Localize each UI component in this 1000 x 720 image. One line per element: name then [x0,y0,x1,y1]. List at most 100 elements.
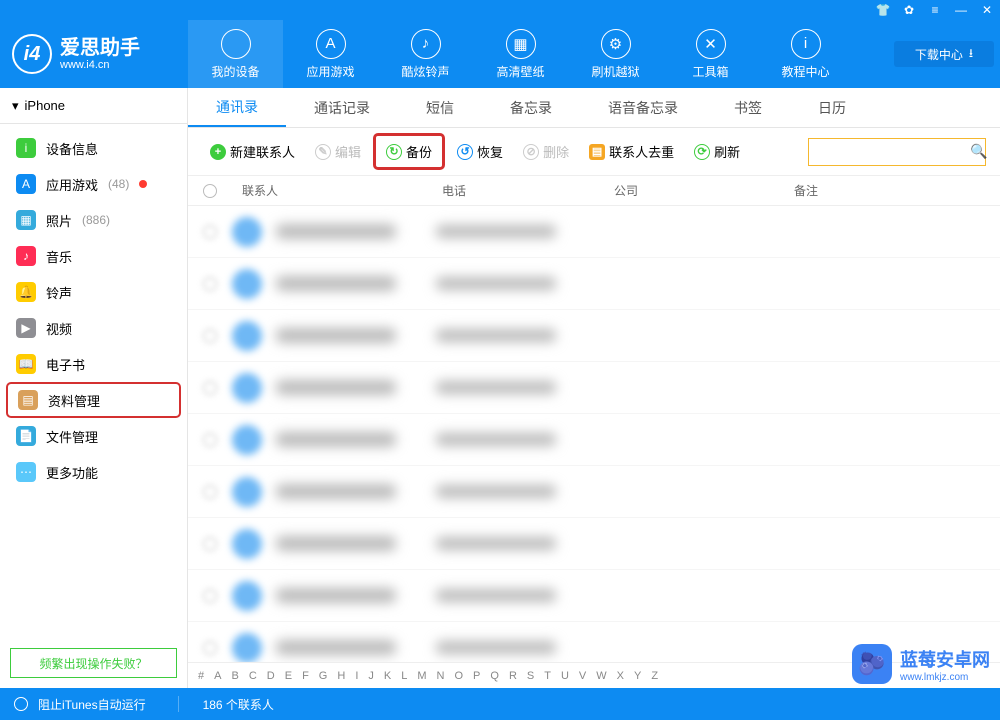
search-input[interactable] [815,145,970,159]
alpha-G[interactable]: G [319,670,328,682]
tab-3[interactable]: 备忘录 [482,88,580,127]
row-checkbox[interactable] [203,433,217,447]
row-checkbox[interactable] [203,225,217,239]
table-row[interactable] [188,414,1000,466]
table-row[interactable] [188,570,1000,622]
row-checkbox[interactable] [203,485,217,499]
logo-icon: i4 [12,34,52,74]
row-checkbox[interactable] [203,641,217,655]
backup-button[interactable]: ↻ 备份 [373,133,445,170]
dedup-button[interactable]: ▤ 联系人去重 [581,138,682,165]
new-contact-button[interactable]: + 新建联系人 [202,138,303,165]
col-remark[interactable]: 备注 [784,182,1000,199]
table-row[interactable] [188,258,1000,310]
top-nav-1[interactable]: A应用游戏 [283,20,378,88]
menu-icon[interactable]: ≡ [926,1,944,19]
row-checkbox[interactable] [203,537,217,551]
sidebar-item-1[interactable]: A应用游戏(48) [6,166,181,202]
sidebar-item-2[interactable]: ▦照片(886) [6,202,181,238]
alpha-Q[interactable]: Q [490,670,499,682]
download-center-button[interactable]: 下载中心 ⭳ [894,41,994,67]
top-nav-3[interactable]: ▦高清壁纸 [473,20,568,88]
alpha-T[interactable]: T [544,670,551,682]
alpha-F[interactable]: F [302,670,309,682]
alpha-R[interactable]: R [509,670,517,682]
sidebar-item-6[interactable]: 📖电子书 [6,346,181,382]
alpha-L[interactable]: L [401,670,407,682]
settings-icon[interactable]: ✿ [900,1,918,19]
tab-5[interactable]: 书签 [706,88,790,127]
alpha-P[interactable]: P [473,670,480,682]
top-nav-4[interactable]: ⚙刷机越狱 [568,20,663,88]
row-checkbox[interactable] [203,381,217,395]
alpha-W[interactable]: W [596,670,606,682]
sidebar-item-8[interactable]: 📄文件管理 [6,418,181,454]
col-company[interactable]: 公司 [604,182,784,199]
close-icon[interactable]: ✕ [978,1,996,19]
sidebar-item-5[interactable]: ▶视频 [6,310,181,346]
skin-icon[interactable]: 👕 [874,1,892,19]
delete-button[interactable]: ⊘ 删除 [515,138,577,165]
row-checkbox[interactable] [203,277,217,291]
sidebar-item-9[interactable]: ⋯更多功能 [6,454,181,490]
alpha-X[interactable]: X [617,670,624,682]
col-contact[interactable]: 联系人 [232,182,432,199]
alpha-U[interactable]: U [561,670,569,682]
backup-label: 备份 [406,142,432,161]
top-nav-2[interactable]: ♪酷炫铃声 [378,20,473,88]
search-box[interactable]: 🔍 [808,138,986,166]
chevron-down-icon: ▾ [12,98,19,114]
alpha-M[interactable]: M [417,670,426,682]
table-row[interactable] [188,518,1000,570]
tab-1[interactable]: 通话记录 [286,88,398,127]
alpha-N[interactable]: N [437,670,445,682]
top-nav-0[interactable]: 我的设备 [188,20,283,88]
sidebar-item-3[interactable]: ♪音乐 [6,238,181,274]
alpha-Y[interactable]: Y [634,670,641,682]
top-nav-5[interactable]: ✕工具箱 [663,20,758,88]
restore-button[interactable]: ↺ 恢复 [449,138,511,165]
table-row[interactable] [188,466,1000,518]
tab-2[interactable]: 短信 [398,88,482,127]
sidebar-item-7[interactable]: ▤资料管理 [6,382,181,418]
alpha-D[interactable]: D [267,670,275,682]
sidebar-item-0[interactable]: i设备信息 [6,130,181,166]
titlebar: 👕 ✿ ≡ — ✕ [0,0,1000,20]
table-row[interactable] [188,310,1000,362]
alpha-S[interactable]: S [527,670,534,682]
top-nav-6[interactable]: i教程中心 [758,20,853,88]
alpha-K[interactable]: K [384,670,391,682]
contact-phone-blur [436,641,556,654]
alpha-#[interactable]: # [198,670,204,682]
row-checkbox[interactable] [203,589,217,603]
search-icon[interactable]: 🔍 [970,143,987,160]
table-row[interactable] [188,206,1000,258]
alpha-H[interactable]: H [337,670,345,682]
alpha-J[interactable]: J [368,670,374,682]
col-phone[interactable]: 电话 [432,182,604,199]
edit-button[interactable]: ✎ 编辑 [307,138,369,165]
sidebar-item-4[interactable]: 🔔铃声 [6,274,181,310]
minimize-icon[interactable]: — [952,1,970,19]
block-itunes-label[interactable]: 阻止iTunes自动运行 [38,696,146,713]
device-selector[interactable]: ▾ iPhone [0,88,187,124]
alpha-B[interactable]: B [231,670,238,682]
tab-6[interactable]: 日历 [790,88,874,127]
alpha-O[interactable]: O [454,670,463,682]
alpha-A[interactable]: A [214,670,221,682]
row-checkbox[interactable] [203,329,217,343]
tab-0[interactable]: 通讯录 [188,88,286,127]
tab-4[interactable]: 语音备忘录 [580,88,706,127]
toolbar: + 新建联系人 ✎ 编辑 ↻ 备份 ↺ 恢复 ⊘ 删除 ▤ 联系人去重 [188,128,1000,176]
alpha-C[interactable]: C [249,670,257,682]
sidebar-icon: ▦ [16,210,36,230]
faq-button[interactable]: 频繁出现操作失败？ [10,648,177,678]
alpha-E[interactable]: E [285,670,292,682]
refresh-button[interactable]: ⟳ 刷新 [686,138,748,165]
select-all-checkbox[interactable] [203,184,217,198]
alpha-I[interactable]: I [355,670,358,682]
table-row[interactable] [188,362,1000,414]
alpha-Z[interactable]: Z [651,670,658,682]
alpha-V[interactable]: V [579,670,586,682]
toggle-icon[interactable] [14,697,28,711]
